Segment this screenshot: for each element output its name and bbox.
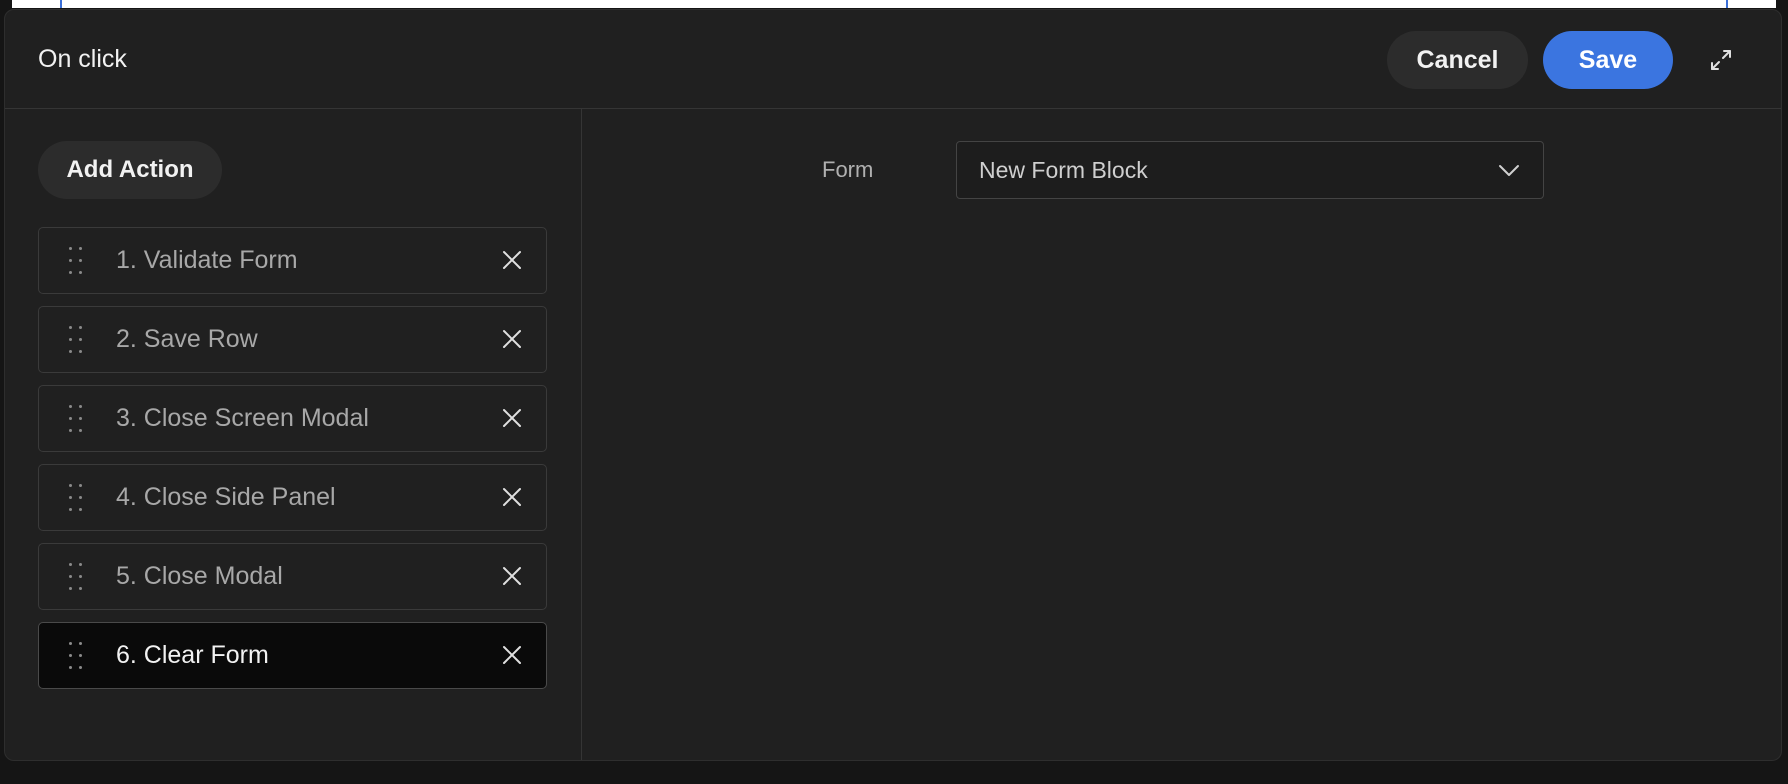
action-item-label: 4. Close Side Panel [116, 483, 336, 511]
action-list-panel: Add Action 1. Validate Form 2. Save Row 3.… [5, 109, 582, 760]
drag-handle-icon[interactable] [69, 563, 83, 591]
save-button[interactable]: Save [1543, 31, 1673, 89]
drag-handle-icon[interactable] [69, 405, 83, 433]
action-item[interactable]: 5. Close Modal [38, 543, 547, 610]
drag-handle-icon[interactable] [69, 642, 83, 670]
expand-icon[interactable] [1705, 44, 1737, 76]
drag-handle-icon[interactable] [69, 247, 83, 275]
action-list: 1. Validate Form 2. Save Row 3. Close Scre… [38, 227, 547, 701]
action-item-label: 6. Clear Form [116, 641, 269, 669]
action-item[interactable]: 2. Save Row [38, 306, 547, 373]
cancel-button[interactable]: Cancel [1387, 31, 1528, 89]
modal-title: On click [38, 45, 127, 73]
close-icon[interactable] [500, 643, 524, 667]
close-icon[interactable] [500, 327, 524, 351]
action-item[interactable]: 6. Clear Form [38, 622, 547, 689]
drag-handle-icon[interactable] [69, 326, 83, 354]
close-icon[interactable] [500, 485, 524, 509]
action-item[interactable]: 3. Close Screen Modal [38, 385, 547, 452]
form-field-label: Form [822, 157, 874, 182]
close-icon[interactable] [500, 406, 524, 430]
on-click-action-modal: On click Cancel Save Add Action 1. Valid… [4, 9, 1782, 761]
drag-handle-icon[interactable] [69, 484, 83, 512]
action-item-label: 1. Validate Form [116, 246, 298, 274]
action-item[interactable]: 4. Close Side Panel [38, 464, 547, 531]
action-config-panel: Form New Form Block [582, 109, 1781, 760]
selection-edge-right [1726, 0, 1728, 8]
modal-header: On click Cancel Save [5, 10, 1781, 109]
action-item-label: 2. Save Row [116, 325, 258, 353]
close-icon[interactable] [500, 564, 524, 588]
action-item[interactable]: 1. Validate Form [38, 227, 547, 294]
action-item-label: 5. Close Modal [116, 562, 283, 590]
add-action-button[interactable]: Add Action [38, 141, 222, 199]
form-select[interactable]: New Form Block [956, 141, 1544, 199]
close-icon[interactable] [500, 248, 524, 272]
selection-edge-left [60, 0, 62, 8]
background-canvas-strip [12, 0, 1776, 8]
action-item-label: 3. Close Screen Modal [116, 404, 369, 432]
chevron-down-icon [1497, 160, 1521, 180]
form-select-value: New Form Block [979, 157, 1148, 183]
